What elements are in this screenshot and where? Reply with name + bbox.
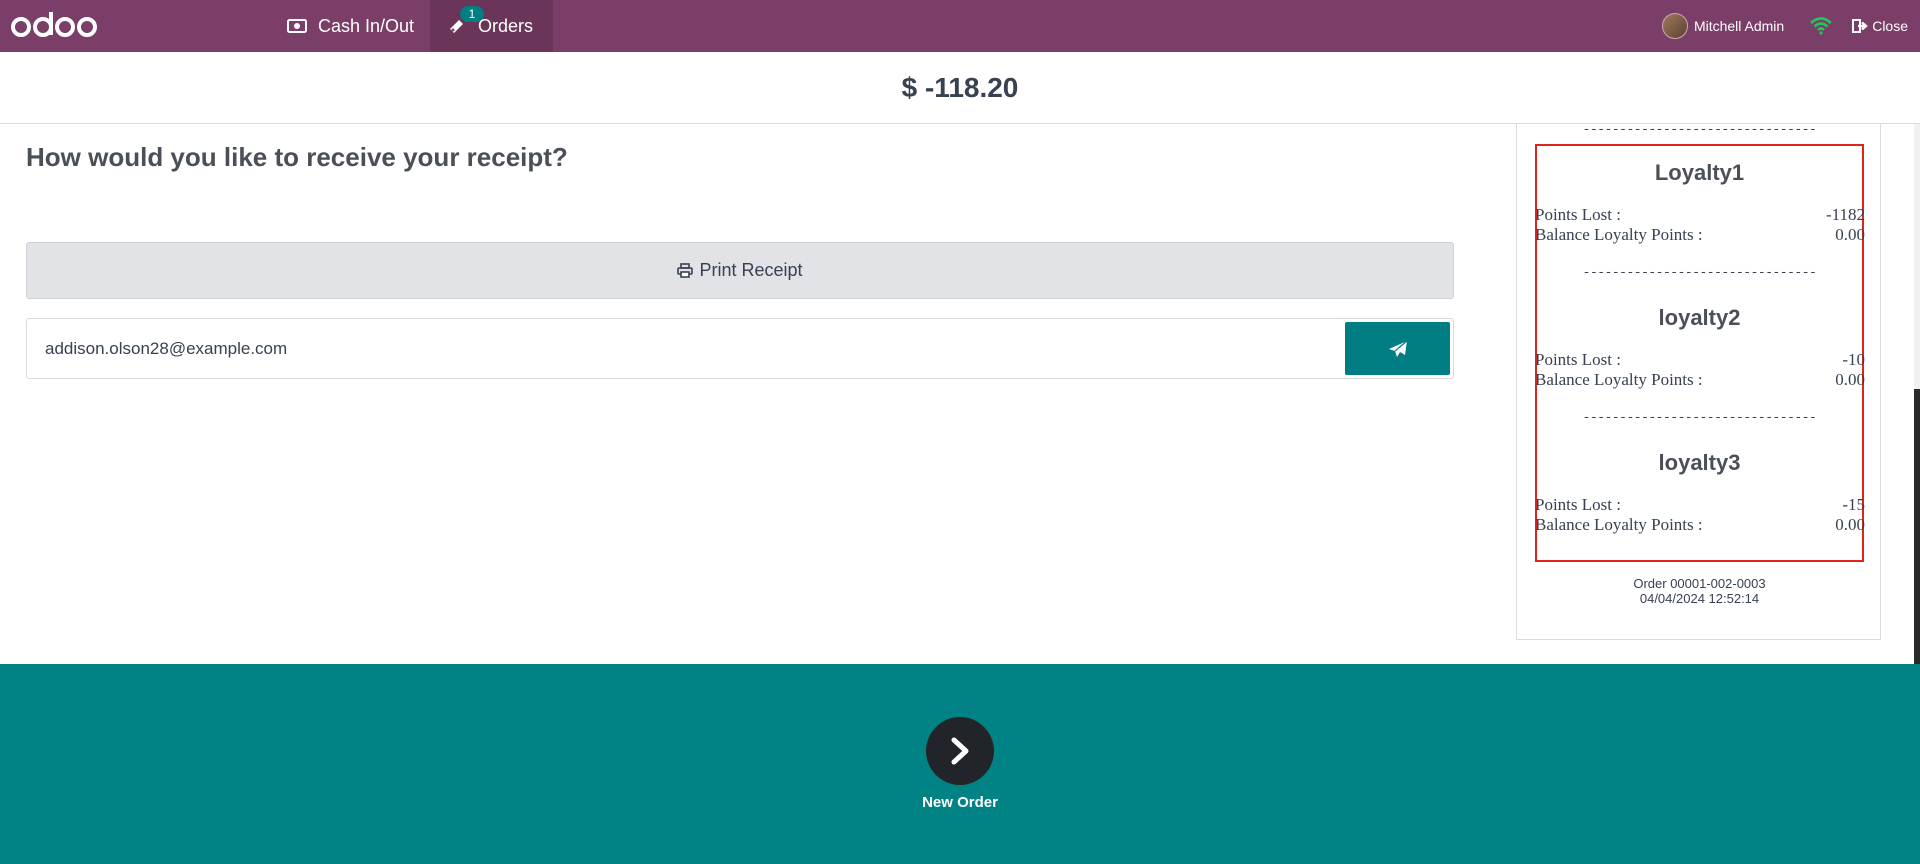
print-receipt-label: Print Receipt	[699, 260, 803, 280]
user-avatar[interactable]	[1661, 13, 1688, 39]
wifi-icon	[1810, 17, 1833, 35]
order-number: Order 00001-002-0003	[1633, 576, 1766, 591]
ticket-icon: 1	[446, 6, 484, 37]
email-receipt-group	[26, 318, 1454, 379]
receipt-preview: -------------------------------- Loyalty…	[1516, 122, 1881, 640]
close-label: Close	[1872, 18, 1908, 34]
cash-in-out-label: Cash In/Out	[318, 15, 415, 36]
balance-value: 0.00	[1835, 515, 1865, 534]
total-amount: $ -118.20	[901, 71, 1019, 103]
balance-label: Balance Loyalty Points :	[1535, 370, 1703, 389]
points-lost-label: Points Lost :	[1535, 495, 1621, 514]
chevron-right-icon	[951, 737, 969, 765]
points-lost-label: Points Lost :	[1535, 350, 1621, 369]
paper-plane-icon	[1388, 340, 1407, 357]
new-order-label[interactable]: New Order	[860, 794, 1060, 811]
amount-bar: $ -118.20	[0, 52, 1920, 124]
receipt-scrollbar[interactable]	[1914, 124, 1920, 664]
orders-count-badge: 1	[460, 6, 484, 22]
send-email-button[interactable]	[1345, 322, 1450, 375]
balance-label: Balance Loyalty Points :	[1535, 225, 1703, 244]
scrollbar-thumb[interactable]	[1914, 389, 1920, 664]
points-lost-label: Points Lost :	[1535, 205, 1621, 224]
close-button[interactable]: Close	[1852, 18, 1908, 34]
separator: --------------------------------	[1582, 122, 1817, 137]
order-date: 04/04/2024 12:52:14	[1639, 591, 1760, 606]
balance-value: 0.00	[1835, 225, 1865, 244]
loyalty-program-name: loyalty3	[1658, 450, 1741, 475]
balance-value: 0.00	[1835, 370, 1865, 389]
orders-button[interactable]: 1 Orders	[430, 0, 553, 52]
loyalty-program-name: Loyalty1	[1654, 160, 1745, 185]
cash-in-out-button[interactable]: Cash In/Out	[286, 0, 426, 52]
sign-out-icon	[1852, 19, 1869, 33]
balance-label: Balance Loyalty Points :	[1535, 515, 1703, 534]
points-lost-value: -1182	[1825, 205, 1865, 224]
orders-label: Orders	[478, 15, 534, 36]
print-receipt-button[interactable]: Print Receipt	[26, 242, 1454, 299]
receipt-question-heading: How would you like to receive your recei…	[26, 142, 568, 172]
points-lost-value: -10	[1842, 350, 1865, 369]
top-navbar: Cash In/Out 1 Orders Mitchell Admin Clos…	[0, 0, 1920, 52]
separator: --------------------------------	[1582, 265, 1817, 280]
user-name[interactable]: Mitchell Admin	[1694, 18, 1784, 34]
new-order-button[interactable]	[926, 717, 994, 785]
points-lost-value: -15	[1842, 495, 1865, 514]
odoo-logo	[10, 10, 98, 42]
email-input[interactable]	[27, 319, 1345, 378]
separator: --------------------------------	[1582, 410, 1817, 425]
print-icon	[677, 263, 694, 278]
money-icon	[286, 15, 308, 37]
loyalty-program-name: loyalty2	[1658, 305, 1741, 330]
